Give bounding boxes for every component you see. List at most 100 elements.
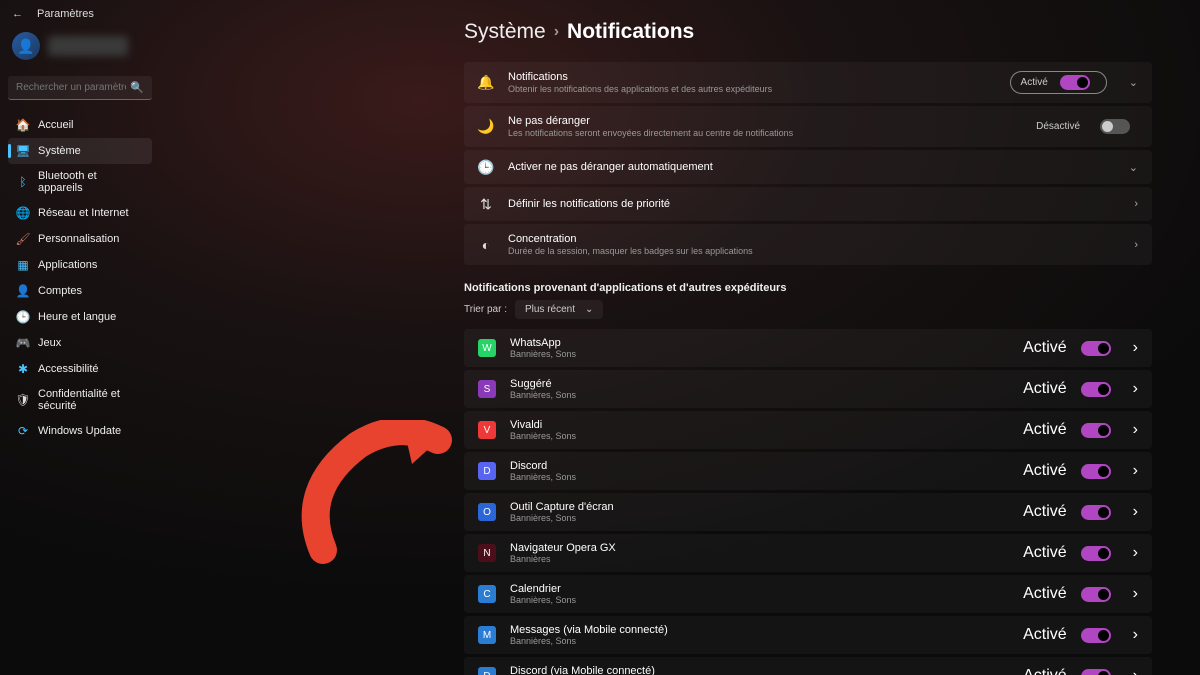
app-name: Discord xyxy=(510,460,1009,472)
toggle-switch[interactable] xyxy=(1060,75,1090,90)
nav-icon: 🛡 xyxy=(16,393,30,407)
app-row-sugg-r-[interactable]: S SuggéréBannières, Sons Activé › xyxy=(464,370,1152,408)
card-icon: 🔔 xyxy=(478,75,494,91)
app-status: Activé xyxy=(1023,544,1067,562)
back-button[interactable]: ← xyxy=(12,8,23,20)
app-status: Activé xyxy=(1023,339,1067,357)
setting-card-0[interactable]: 🔔 NotificationsObtenir les notifications… xyxy=(464,62,1152,103)
chevron-right-icon: › xyxy=(1133,421,1138,439)
toggle-status: Activé xyxy=(1021,77,1048,88)
app-row-vivaldi[interactable]: V VivaldiBannières, Sons Activé › xyxy=(464,411,1152,449)
nav-label: Accessibilité xyxy=(38,363,99,375)
app-row-whatsapp[interactable]: W WhatsAppBannières, Sons Activé › xyxy=(464,329,1152,367)
sidebar-item-confidentialit-et-s-curit-[interactable]: 🛡Confidentialité et sécurité xyxy=(8,382,152,418)
breadcrumb-parent[interactable]: Système xyxy=(464,20,546,44)
sidebar-item-accessibilit-[interactable]: ✱Accessibilité xyxy=(8,356,152,382)
nav-icon: 🌐 xyxy=(16,206,30,220)
nav-label: Jeux xyxy=(38,337,61,349)
nav-label: Heure et langue xyxy=(38,311,116,323)
nav-list: 🏠Accueil🖥SystèmeᛒBluetooth et appareils🌐… xyxy=(0,112,160,444)
toggle-switch[interactable] xyxy=(1081,505,1111,520)
toggle-switch[interactable] xyxy=(1081,669,1111,675)
sidebar-item-jeux[interactable]: 🎮 Jeux xyxy=(8,330,152,356)
app-subtitle: Bannières xyxy=(510,554,1009,564)
user-profile[interactable]: 👤 xyxy=(0,28,160,72)
nav-icon: 🎮 xyxy=(16,336,30,350)
app-row-messages-via-mobile-connect-[interactable]: M Messages (via Mobile connecté)Bannière… xyxy=(464,616,1152,654)
card-title: Définir les notifications de priorité xyxy=(508,198,1120,210)
app-status: Activé xyxy=(1023,503,1067,521)
nav-label: Windows Update xyxy=(38,425,121,437)
app-subtitle: Bannières, Sons xyxy=(510,636,1009,646)
app-status: Activé xyxy=(1023,585,1067,603)
toggle-switch[interactable] xyxy=(1100,119,1130,134)
app-row-outil-capture-d-cran[interactable]: O Outil Capture d'écranBannières, Sons A… xyxy=(464,493,1152,531)
nav-label: Comptes xyxy=(38,285,82,297)
app-status: Activé xyxy=(1023,462,1067,480)
app-subtitle: Bannières, Sons xyxy=(510,349,1009,359)
chevron-icon: ⌄ xyxy=(1129,161,1138,174)
toggle-switch[interactable] xyxy=(1081,546,1111,561)
nav-label: Accueil xyxy=(38,119,73,131)
app-subtitle: Bannières, Sons xyxy=(510,595,1009,605)
app-status: Activé xyxy=(1023,626,1067,644)
app-name: Outil Capture d'écran xyxy=(510,501,1009,513)
card-title: Concentration xyxy=(508,233,1120,245)
chevron-right-icon: › xyxy=(1133,544,1138,562)
card-icon: 🕒 xyxy=(478,159,494,175)
app-row-calendrier[interactable]: C CalendrierBannières, Sons Activé › xyxy=(464,575,1152,613)
nav-label: Système xyxy=(38,145,81,157)
sidebar-item-applications[interactable]: ▦Applications xyxy=(8,252,152,278)
chevron-right-icon: › xyxy=(1133,585,1138,603)
sidebar-item-comptes[interactable]: 👤 Comptes xyxy=(8,278,152,304)
app-icon: N xyxy=(478,544,496,562)
sidebar-item-personnalisation[interactable]: 🖌Personnalisation xyxy=(8,226,152,252)
section-header: Notifications provenant d'applications e… xyxy=(464,268,1152,300)
sidebar-item-heure-et-langue[interactable]: 🕒Heure et langue xyxy=(8,304,152,330)
setting-card-1[interactable]: 🌙 Ne pas dérangerLes notifications seron… xyxy=(464,106,1152,147)
toggle-switch[interactable] xyxy=(1081,464,1111,479)
breadcrumb: Système › Notifications xyxy=(180,14,1184,62)
avatar: 👤 xyxy=(12,32,40,60)
app-row-navigateur-opera-gx[interactable]: N Navigateur Opera GXBannières Activé › xyxy=(464,534,1152,572)
chevron-down-icon: ⌄ xyxy=(1129,76,1138,89)
search-icon: 🔍 xyxy=(130,81,144,94)
app-status: Activé xyxy=(1023,667,1067,675)
app-row-discord[interactable]: D DiscordBannières, Sons Activé › xyxy=(464,452,1152,490)
nav-icon: 🖥 xyxy=(16,144,30,158)
toggle-switch[interactable] xyxy=(1081,587,1111,602)
app-icon: D xyxy=(478,667,496,675)
app-status: Activé xyxy=(1023,421,1067,439)
toggle-switch[interactable] xyxy=(1081,341,1111,356)
toggle-switch[interactable] xyxy=(1081,382,1111,397)
chevron-icon: › xyxy=(1134,198,1138,210)
nav-label: Personnalisation xyxy=(38,233,119,245)
app-name: Messages (via Mobile connecté) xyxy=(510,624,1009,636)
app-icon: V xyxy=(478,421,496,439)
sort-dropdown[interactable]: Plus récent ⌄ xyxy=(515,300,603,319)
chevron-right-icon: › xyxy=(1133,503,1138,521)
app-icon: D xyxy=(478,462,496,480)
breadcrumb-current: Notifications xyxy=(567,20,694,44)
chevron-right-icon: › xyxy=(1133,462,1138,480)
sidebar-item-r-seau-et-internet[interactable]: 🌐Réseau et Internet xyxy=(8,200,152,226)
nav-icon: 👤 xyxy=(16,284,30,298)
sort-label: Trier par : xyxy=(464,304,507,315)
search-box[interactable]: 🔍 xyxy=(8,76,152,100)
setting-card-3[interactable]: ⇅ Définir les notifications de priorité› xyxy=(464,187,1152,221)
setting-card-2[interactable]: 🕒 Activer ne pas déranger automatiquemen… xyxy=(464,150,1152,184)
sidebar-item-accueil[interactable]: 🏠Accueil xyxy=(8,112,152,138)
sidebar-item-syst-me[interactable]: 🖥 Système xyxy=(8,138,152,164)
toggle-switch[interactable] xyxy=(1081,423,1111,438)
toggle-switch[interactable] xyxy=(1081,628,1111,643)
sidebar-item-windows-update[interactable]: ⟳Windows Update xyxy=(8,418,152,444)
app-name: Vivaldi xyxy=(510,419,1009,431)
toggle-pill[interactable]: Activé xyxy=(1010,71,1107,94)
sidebar-item-bluetooth-et-appareils[interactable]: ᛒBluetooth et appareils xyxy=(8,164,152,200)
sort-value: Plus récent xyxy=(525,304,575,315)
breadcrumb-separator: › xyxy=(554,23,559,41)
app-icon: C xyxy=(478,585,496,603)
setting-card-4[interactable]: ◐ ConcentrationDurée de la session, masq… xyxy=(464,224,1152,265)
app-row-discord-via-mobile-connect-[interactable]: D Discord (via Mobile connecté)Bannières… xyxy=(464,657,1152,675)
chevron-right-icon: › xyxy=(1133,380,1138,398)
